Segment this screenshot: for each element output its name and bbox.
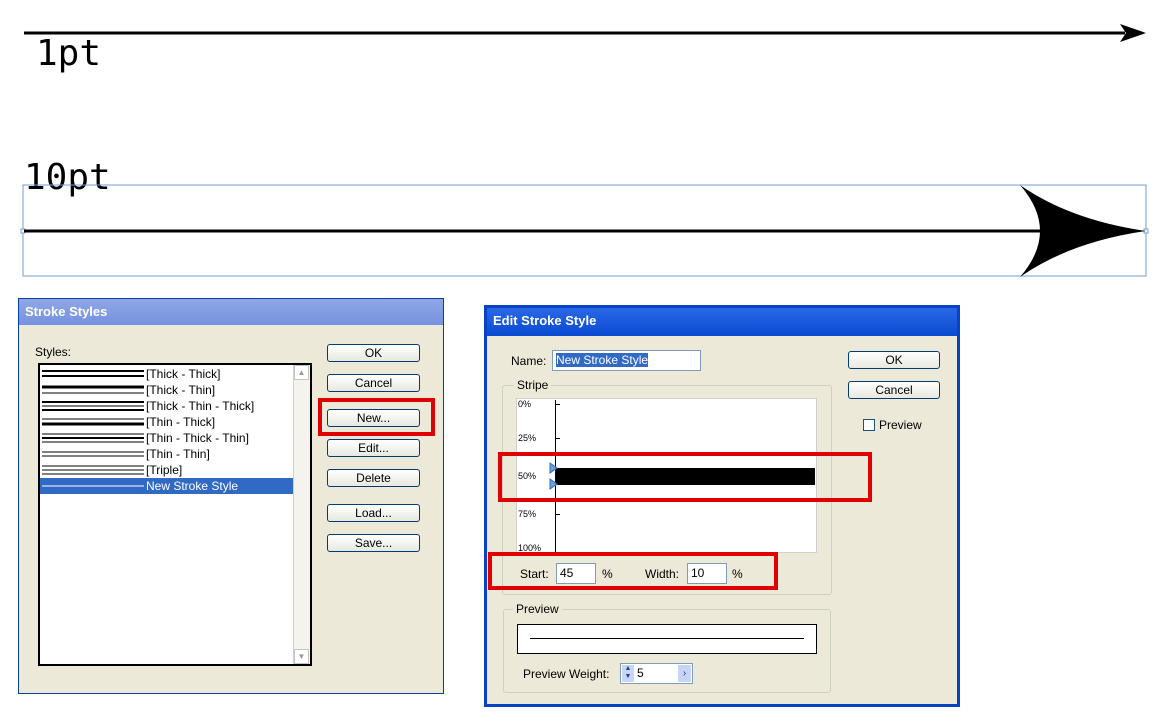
ruler-tick: [556, 404, 560, 405]
stroke-sample: [42, 385, 144, 394]
stroke-sample: [42, 418, 144, 426]
list-item-selected[interactable]: New Stroke Style: [40, 478, 294, 494]
preview-group-label: Preview: [513, 602, 562, 616]
cancel-button[interactable]: Cancel: [848, 381, 940, 399]
name-label: Name:: [511, 354, 547, 368]
dialog-title: Stroke Styles: [19, 299, 443, 325]
name-value: New Stroke Style: [556, 353, 649, 367]
name-field[interactable]: New Stroke Style: [552, 350, 701, 371]
ruler-label: 25%: [518, 433, 537, 443]
list-item-label: [Thick - Thin]: [146, 383, 216, 397]
preview-area: [517, 624, 817, 654]
scrollbar[interactable]: ▲ ▼: [293, 365, 310, 664]
list-item[interactable]: [Thick - Thick]: [40, 366, 294, 382]
list-item-label: [Thick - Thin - Thick]: [146, 399, 255, 413]
scroll-down-icon[interactable]: ▼: [294, 649, 309, 664]
list-item[interactable]: [Thick - Thin - Thick]: [40, 398, 294, 414]
preview-stroke: [530, 638, 804, 639]
styles-list[interactable]: [Thick - Thick] [Thick - Thin] [Thick - …: [38, 363, 312, 666]
load-button[interactable]: Load...: [327, 504, 420, 522]
preview-checkbox[interactable]: [863, 419, 875, 431]
scroll-up-icon[interactable]: ▲: [294, 365, 309, 380]
cancel-button[interactable]: Cancel: [327, 374, 420, 392]
list-item-label: [Thin - Thin]: [146, 447, 210, 461]
edit-button[interactable]: Edit...: [327, 439, 420, 457]
highlight-start-width: [488, 552, 778, 590]
highlight-new-button: [318, 398, 435, 436]
preview-checkbox-label: Preview: [879, 418, 922, 432]
delete-button[interactable]: Delete: [327, 469, 420, 487]
stroke-sample: [42, 433, 144, 443]
styles-label: Styles:: [35, 345, 72, 359]
list-item-label: [Thin - Thick - Thin]: [146, 431, 249, 445]
list-item[interactable]: [Thick - Thin]: [40, 382, 294, 398]
list-item[interactable]: [Thin - Thin]: [40, 446, 294, 462]
stroke-sample: [42, 485, 144, 487]
stepper-arrows-icon[interactable]: ▲ ▼: [622, 665, 634, 682]
ruler-label: 75%: [518, 509, 537, 519]
ruler-label: 0%: [518, 399, 532, 409]
label-1pt: 1pt: [36, 33, 102, 74]
list-item-label: [Thin - Thick]: [146, 415, 216, 429]
preview-weight-label: Preview Weight:: [523, 667, 610, 681]
preview-weight-stepper[interactable]: ▲ ▼ 5 ›: [620, 663, 693, 684]
list-item-label: New Stroke Style: [146, 479, 239, 493]
dialog-title: Edit Stroke Style: [487, 308, 957, 336]
list-item[interactable]: [Triple]: [40, 462, 294, 478]
save-button[interactable]: Save...: [327, 534, 420, 552]
ok-button[interactable]: OK: [848, 351, 940, 369]
ruler-tick: [556, 438, 560, 439]
dropdown-arrow-icon[interactable]: ›: [678, 665, 691, 682]
list-item[interactable]: [Thin - Thick - Thin]: [40, 430, 294, 446]
arrow-10pt[interactable]: [0, 180, 1167, 280]
stroke-sample: [42, 465, 144, 475]
stroke-sample: [42, 451, 144, 457]
list-item-label: [Triple]: [146, 463, 183, 477]
list-item[interactable]: [Thin - Thick]: [40, 414, 294, 430]
ok-button[interactable]: OK: [327, 344, 420, 362]
list-item-label: [Thick - Thick]: [146, 367, 221, 381]
ruler-tick: [556, 514, 560, 515]
stroke-sample: [42, 401, 144, 411]
stripe-label: Stripe: [514, 378, 552, 392]
preview-weight-value: 5: [637, 666, 644, 680]
highlight-stripe: [498, 452, 872, 502]
stroke-styles-dialog: Stroke Styles Styles: [Thick - Thick] [T…: [18, 298, 444, 694]
stroke-sample: [42, 370, 144, 377]
